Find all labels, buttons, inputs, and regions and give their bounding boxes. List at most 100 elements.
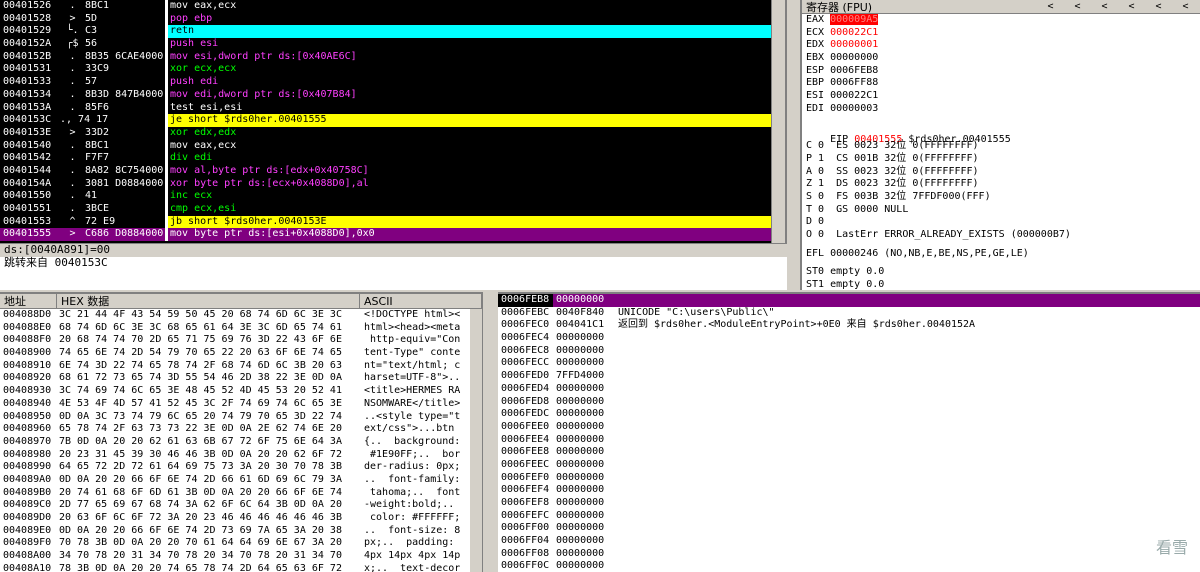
flag-row[interactable]: S 0 FS 003B 32位 7FFDF000(FFF) [802,191,1200,204]
reg-nav-left-icon[interactable]: < [1064,1,1091,12]
dump-col-hex[interactable]: HEX 数据 [57,294,360,308]
dump-row[interactable]: 00408950 0D 0A 3C 73 74 79 6C 65 20 74 79… [0,411,482,424]
stack-row[interactable]: 0006FF04 00000000 [498,535,1200,548]
stack-row[interactable]: 0006FED4 00000000 [498,383,1200,396]
stack-row[interactable]: 0006FED0 7FFD4000 [498,370,1200,383]
disasm-row[interactable]: 0040152A ┌$ 56 push esi [0,38,785,51]
stack-row[interactable]: 0006FEF4 00000000 [498,484,1200,497]
registers-pane[interactable]: 寄存器 (FPU) < < < < < < EAX 000009A5 ECX 00… [800,0,1200,290]
stack-list[interactable]: 0006FEB8 00000000 0006FEBC 0040F840 UNICODE … [498,294,1200,572]
dump-row[interactable]: 00408990 64 65 72 2D 72 61 64 69 75 73 3A… [0,461,482,474]
reg-nav-left-icon[interactable]: < [1145,1,1172,12]
dump-col-ascii[interactable]: ASCII [360,294,482,308]
dump-row[interactable]: 004089B0 20 74 61 68 6F 6D 61 3B 0D 0A 20… [0,487,482,500]
flag-row[interactable]: C 0 ES 0023 32位 0(FFFFFFFF) [802,140,1200,153]
efl-register[interactable]: EFL 00000246 (NO,NB,E,BE,NS,PE,GE,LE) [802,248,1200,261]
stack-scrollbar[interactable] [482,292,498,572]
dump-row[interactable]: 004089A0 0D 0A 20 20 66 6F 6E 74 2D 66 61… [0,474,482,487]
disasm-row[interactable]: 00401540. 8BC1 mov eax,ecx [0,139,785,153]
stack-row[interactable]: 0006FEE8 00000000 [498,446,1200,459]
st0-register[interactable]: ST0 empty 0.0 [802,266,1200,279]
dump-row[interactable]: 00408930 3C 74 69 74 6C 65 3E 48 45 52 4D… [0,385,482,398]
disasm-row[interactable]: 00401555 > C686 D0884000 mov byte ptr ds:[e… [0,228,785,242]
disasm-row[interactable]: 00401550. 41 inc ecx [0,190,785,203]
flag-row[interactable]: D 0 [802,216,1200,229]
flag-row[interactable]: A 0 SS 0023 32位 0(FFFFFFFF) [802,166,1200,179]
reg-nav-left-icon[interactable]: < [1172,1,1199,12]
stack-row[interactable]: 0006FED8 00000000 [498,396,1200,409]
disasm-row[interactable]: 00401531. 33C9 xor ecx,ecx [0,63,785,77]
stack-row[interactable]: 0006FEFC 00000000 [498,510,1200,523]
stack-row[interactable]: 0006FF00 00000000 [498,522,1200,535]
stack-row[interactable]: 0006FEC4 00000000 [498,332,1200,345]
register-edi[interactable]: EDI 00000003 [802,103,1200,116]
dump-list[interactable]: 004088D0 3C 21 44 4F 43 54 59 50 45 20 68… [0,309,482,572]
disassembly-scrollbar[interactable] [771,0,785,243]
stack-row[interactable]: 0006FF0C 00000000 [498,560,1200,572]
dump-row[interactable]: 004088E0 68 74 6D 6C 3E 3C 68 65 61 64 3E… [0,322,482,335]
st1-register[interactable]: ST1 empty 0.0 [802,279,1200,290]
stack-row[interactable]: 0006FEF0 00000000 [498,472,1200,485]
dump-scrollbar[interactable] [470,309,482,572]
register-ecx[interactable]: ECX 000022C1 [802,27,1200,40]
stack-row[interactable]: 0006FEF8 00000000 [498,497,1200,510]
disasm-row[interactable]: 0040152B. 8B35 6CAE4000 mov esi,dword ptr … [0,50,785,64]
stack-row[interactable]: 0006FEDC 00000000 [498,408,1200,421]
register-esp[interactable]: ESP 0006FEB8 [802,65,1200,78]
dump-row[interactable]: 004089D0 20 63 6F 6C 6F 72 3A 20 23 46 46… [0,512,482,525]
flag-row[interactable]: Z 1 DS 0023 32位 0(FFFFFFFF) [802,178,1200,191]
register-eax[interactable]: EAX 000009A5 [802,14,1200,27]
stack-row[interactable]: 0006FEEC 00000000 [498,459,1200,472]
dump-row[interactable]: 00408960 65 78 74 2F 63 73 73 22 3E 0D 0A… [0,423,482,436]
disasm-row[interactable]: 0040154A. 3081 D0884000 xor byte ptr ds:[e… [0,177,785,191]
stack-row[interactable]: 0006FEE0 00000000 [498,421,1200,434]
dump-row[interactable]: 00408920 68 61 72 73 65 74 3D 55 54 46 2D… [0,372,482,385]
dump-row[interactable]: 004089F0 70 78 3B 0D 0A 20 20 70 61 64 64… [0,537,482,550]
flag-row[interactable]: T 0 GS 0000 NULL [802,204,1200,217]
flag-segment-registers[interactable]: C 0 ES 0023 32位 0(FFFFFFFF) P 1 CS 001B 3… [802,140,1200,229]
stack-row[interactable]: 0006FEBC 0040F840 UNICODE "C:\users\Public… [498,307,1200,320]
disasm-row[interactable]: 00401553 ^ 72 E9 jb short $rds0her.0040153E [0,215,785,229]
stack-row[interactable]: 0006FEC0 004041C1 返回到 $rds0her.<ModuleEntr… [498,319,1200,332]
disasm-row[interactable]: 00401542. F7F7 div edi [0,152,785,165]
dump-row[interactable]: 00408940 4E 53 4F 4D 57 41 52 45 3C 2F 74… [0,398,482,411]
dump-row[interactable]: 00408900 74 65 6E 74 2D 54 79 70 65 22 20… [0,347,482,360]
disasm-row[interactable]: 0040153A. 85F6 test esi,esi [0,101,785,115]
dump-row[interactable]: 00408970 7B 0D 0A 20 20 62 61 63 6B 67 72… [0,436,482,449]
disasm-row[interactable]: 00401534. 8B3D 847B4000 mov edi,dword ptr … [0,88,785,102]
disasm-row[interactable]: 00401551. 3BCE cmp ecx,esi [0,203,785,216]
dump-row[interactable]: 00408A10 78 3B 0D 0A 20 20 74 65 78 74 2D… [0,563,482,572]
disasm-row[interactable]: 0040153E >33D2 xor edx,edx [0,126,785,140]
dump-row[interactable]: 004089C0 2D 77 65 69 67 68 74 3A 62 6F 6C… [0,499,482,512]
dump-col-address[interactable]: 地址 [0,294,57,308]
reg-nav-left-icon[interactable]: < [1118,1,1145,12]
dump-row[interactable]: 004089E0 0D 0A 20 20 66 6F 6E 74 2D 73 69… [0,525,482,538]
disasm-row[interactable]: 00401529 └. C3 retn [0,25,785,39]
dump-row[interactable]: 00408A00 34 70 78 20 31 34 70 78 20 34 70… [0,550,482,563]
disasm-row[interactable]: 00401526. 8BC1 mov eax,ecx [0,0,785,13]
memory-dump-pane[interactable]: 地址 HEX 数据 ASCII 004088D0 3C 21 44 4F 43 5… [0,292,482,572]
dump-row[interactable]: 004088D0 3C 21 44 4F 43 54 59 50 45 20 68… [0,309,482,322]
register-ebx[interactable]: EBX 00000000 [802,52,1200,65]
disasm-row[interactable]: 0040153C., 74 17 je short $rds0her.004015… [0,114,785,127]
reg-nav-left-icon[interactable]: < [1037,1,1064,12]
eip-register[interactable]: EIP 00401555 $rds0her.00401555 [802,122,1200,145]
stack-pane[interactable]: 0006FEB8 00000000 0006FEBC 0040F840 UNICODE … [498,292,1200,572]
stack-row[interactable]: 0006FEC8 00000000 [498,345,1200,358]
stack-row[interactable]: 0006FECC 00000000 [498,357,1200,370]
disasm-row[interactable]: 00401533. 57 push edi [0,76,785,89]
reg-nav-left-icon[interactable]: < [1091,1,1118,12]
register-edx[interactable]: EDX 00000001 [802,39,1200,52]
dump-row[interactable]: 004088F0 20 68 74 74 70 2D 65 71 75 69 76… [0,334,482,347]
register-esi[interactable]: ESI 000022C1 [802,90,1200,103]
disassembly-list[interactable]: 00401526. 8BC1 mov eax,ecx 00401528 >5D pop e… [0,0,785,242]
disasm-row[interactable]: 00401528 >5D pop ebp [0,12,785,26]
dump-row[interactable]: 00408910 6E 74 3D 22 74 65 78 74 2F 68 74… [0,360,482,373]
stack-row[interactable]: 0006FEB8 00000000 [498,294,1200,307]
stack-row[interactable]: 0006FF08 00000000 [498,548,1200,561]
stack-row[interactable]: 0006FEE4 00000000 [498,434,1200,447]
register-ebp[interactable]: EBP 0006FF88 [802,77,1200,90]
general-registers[interactable]: EAX 000009A5 ECX 000022C1 EDX 00000001 EBX … [802,14,1200,116]
flag-row[interactable]: P 1 CS 001B 32位 0(FFFFFFFF) [802,153,1200,166]
dump-row[interactable]: 00408980 20 23 31 45 39 30 46 46 3B 0D 0A… [0,449,482,462]
